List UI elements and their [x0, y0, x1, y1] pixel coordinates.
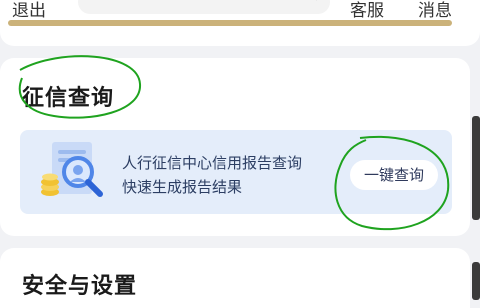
messages-button[interactable]: 消息 — [418, 0, 452, 21]
one-click-query-button[interactable]: 一键查询 — [350, 160, 438, 190]
credit-query-title: 征信查询 — [22, 80, 114, 112]
edge-scrollbar — [472, 116, 480, 220]
search-box[interactable] — [78, 0, 330, 14]
banner-subtitle: 快速生成报告结果 — [122, 176, 242, 197]
top-bar: 退出 客服 消息 — [0, 0, 480, 46]
edge-scrollbar-lower — [472, 262, 480, 300]
exit-button[interactable]: 退出 — [12, 0, 46, 21]
banner-description: 人行征信中心信用报告查询 — [122, 152, 302, 173]
gold-divider — [8, 20, 452, 26]
report-magnifier-icon — [38, 140, 108, 208]
customer-service-button[interactable]: 客服 — [350, 0, 384, 21]
security-settings-title: 安全与设置 — [22, 268, 137, 300]
